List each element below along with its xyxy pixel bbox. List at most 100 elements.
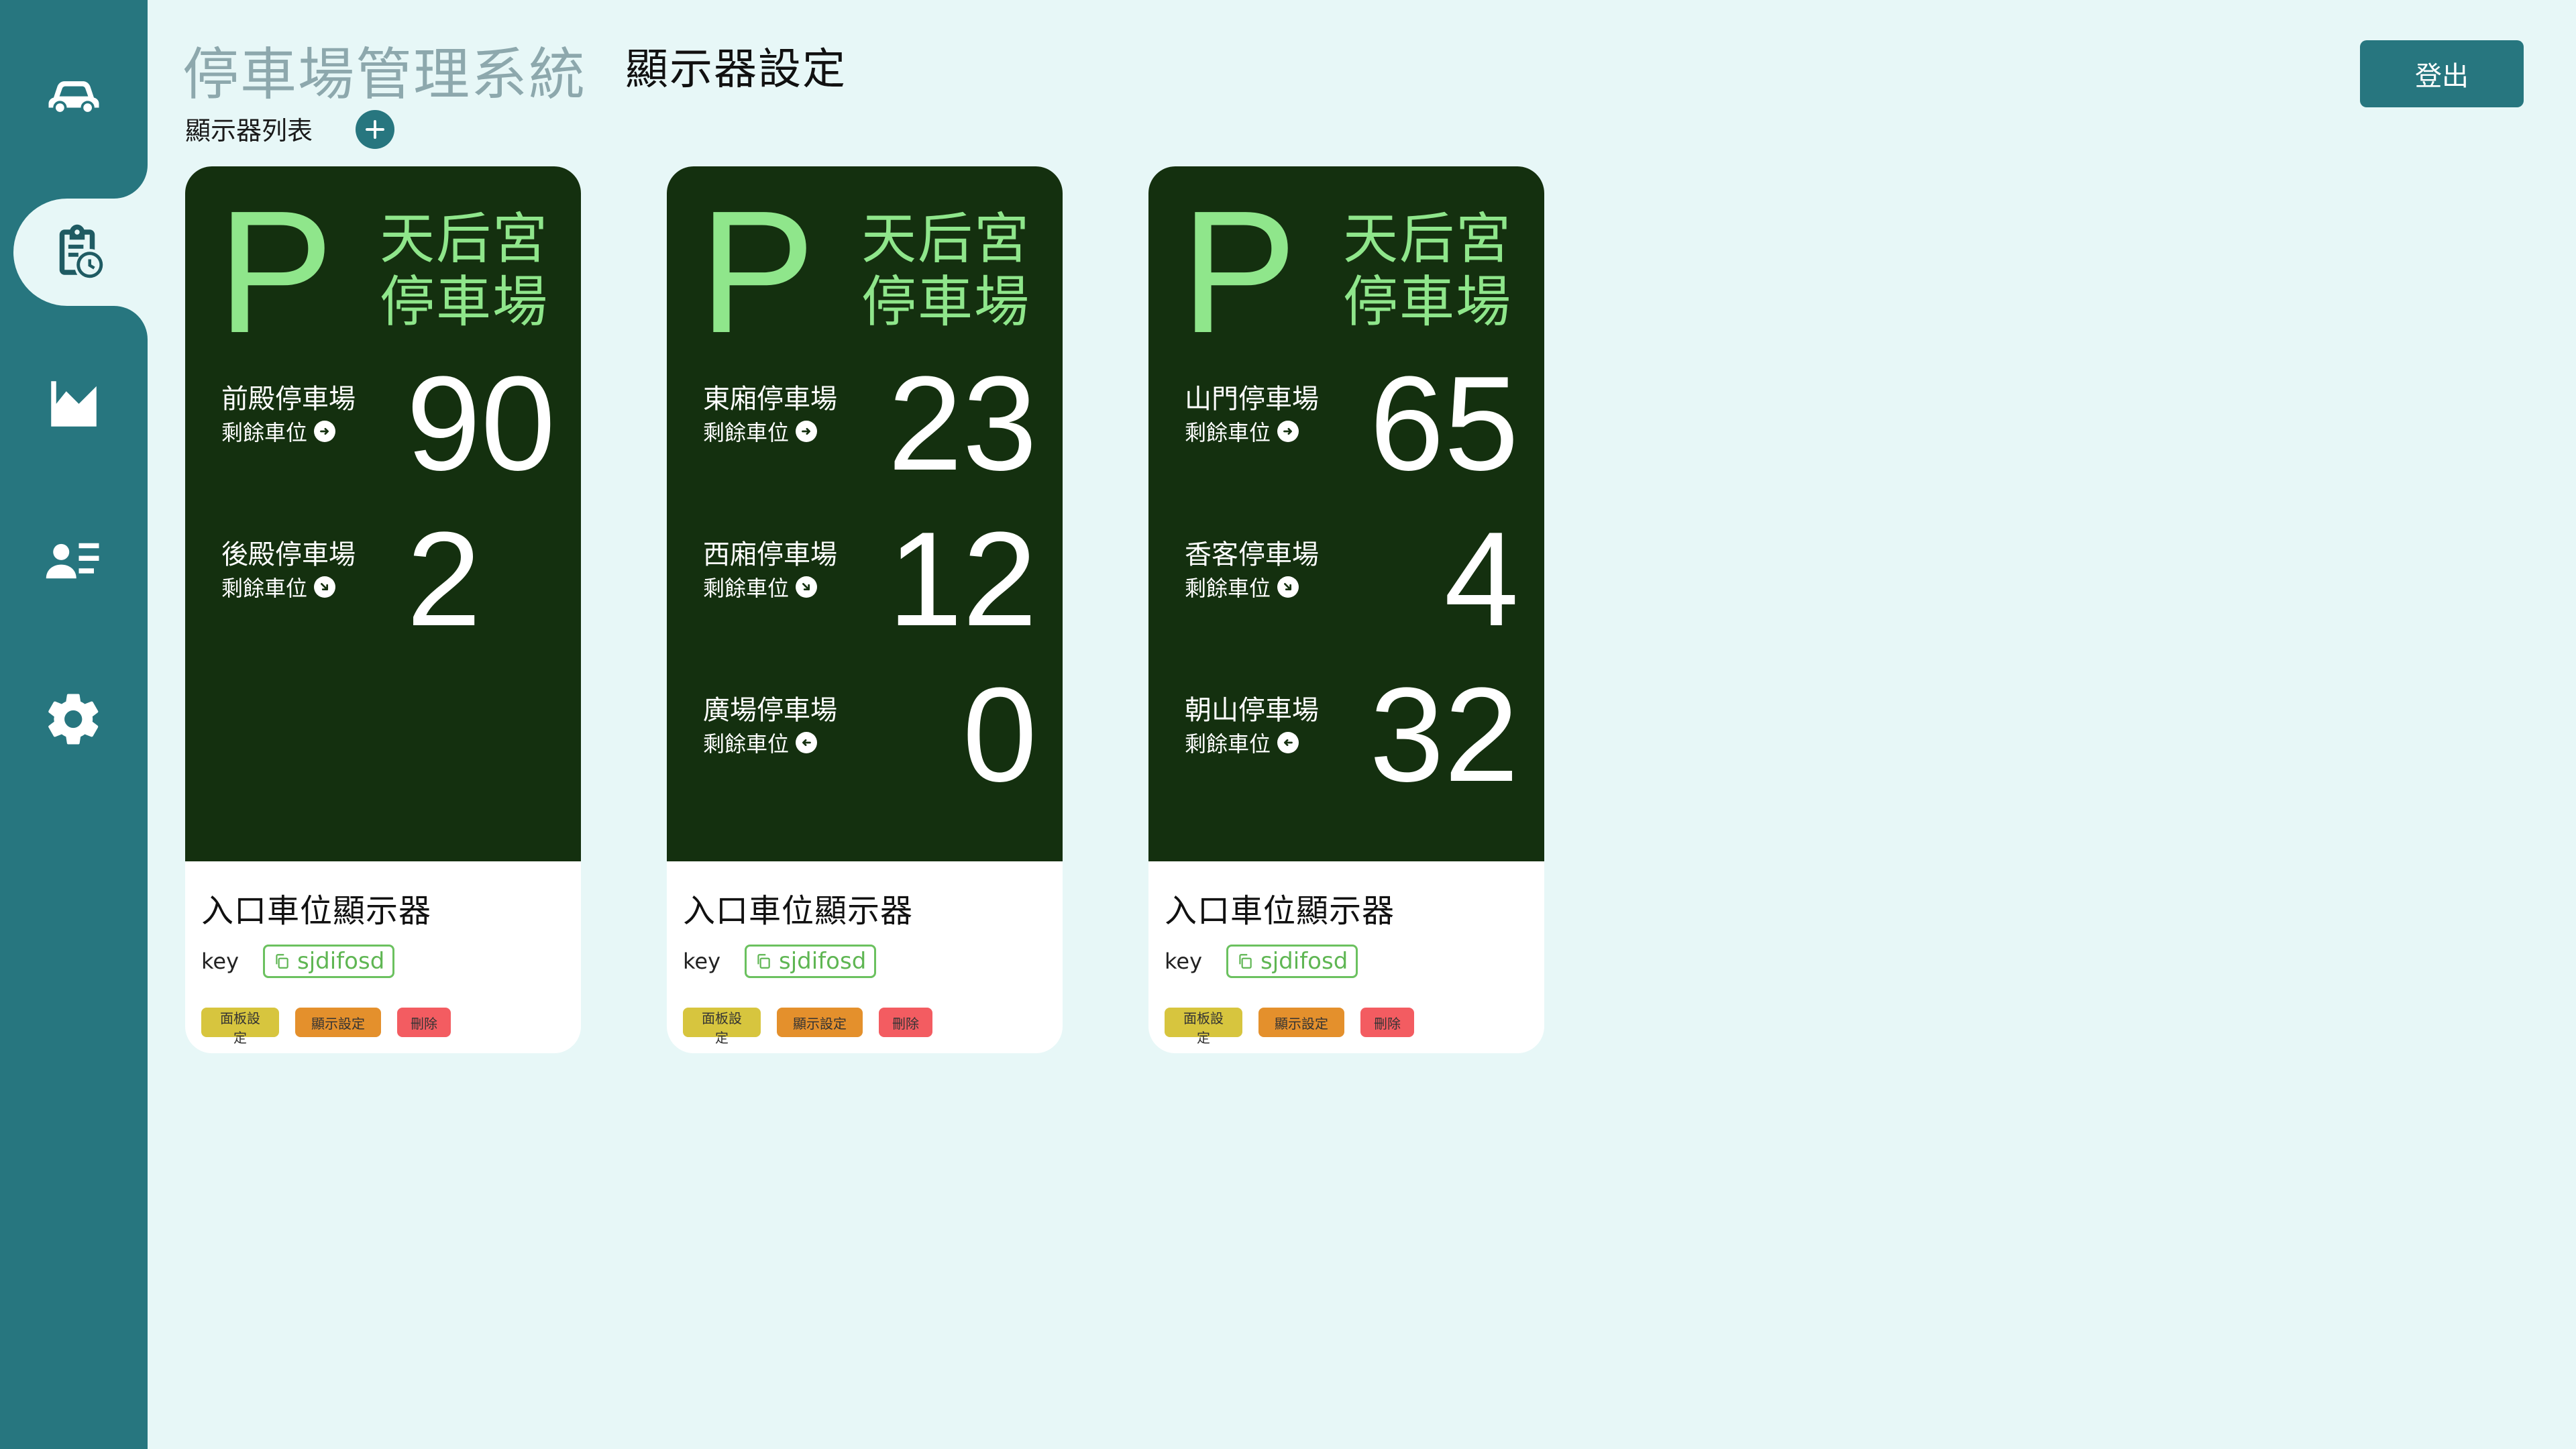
copy-key-button[interactable]: sjdifosd bbox=[745, 945, 877, 978]
board-parking-name: 天后宮 停車場 bbox=[1343, 208, 1517, 334]
arrow-left-icon bbox=[1277, 732, 1299, 753]
key-label: key bbox=[1165, 949, 1203, 974]
card-actions: 面板設定 顯示設定 刪除 bbox=[683, 1008, 1063, 1046]
card-info: 入口車位顯示器 key sjdifosd 面板設定 顯示設定 刪除 bbox=[1148, 861, 1544, 1046]
copy-icon bbox=[1239, 954, 1252, 969]
lot-row: 廣場停車場 剩餘車位 0 bbox=[667, 668, 1063, 816]
panel-settings-button[interactable]: 面板設定 bbox=[1165, 1008, 1242, 1046]
lot-remaining-text: 剩餘車位 bbox=[703, 420, 790, 445]
logout-button[interactable]: 登出 bbox=[2360, 40, 2524, 107]
gear-icon bbox=[48, 694, 99, 745]
display-settings-button[interactable]: 顯示設定 bbox=[777, 1008, 863, 1037]
lot-count: 65 bbox=[1369, 349, 1519, 498]
panel-settings-button[interactable]: 面板設定 bbox=[683, 1008, 761, 1046]
lot-remaining-label: 剩餘車位 bbox=[1185, 416, 1299, 447]
lot-count: 23 bbox=[888, 349, 1037, 498]
board-name-line1: 天后宮 bbox=[1343, 207, 1513, 271]
arrow-right-icon bbox=[796, 421, 818, 442]
board-name-line1: 天后宮 bbox=[380, 207, 549, 271]
key-row: key sjdifosd bbox=[201, 945, 581, 978]
lot-remaining-label: 剩餘車位 bbox=[703, 572, 818, 602]
copy-icon bbox=[276, 954, 288, 969]
lot-name: 西廂停車場 bbox=[703, 539, 837, 570]
parking-p-symbol: P bbox=[699, 175, 816, 370]
display-board-preview: P 天后宮 停車場 前殿停車場 剩餘車位 90 後殿停車場 剩餘車位 2 bbox=[185, 166, 581, 861]
lot-name: 前殿停車場 bbox=[221, 384, 356, 415]
display-card: P 天后宮 停車場 山門停車場 剩餘車位 65 香客停車場 剩餘車位 4 朝山停車場 剩餘車位… bbox=[1148, 166, 1544, 1053]
copy-icon bbox=[757, 954, 770, 969]
display-list-label: 顯示器列表 bbox=[185, 116, 313, 146]
lot-remaining-text: 剩餘車位 bbox=[703, 576, 790, 601]
add-display-button[interactable] bbox=[356, 110, 394, 149]
lot-remaining-label: 剩餘車位 bbox=[221, 572, 336, 602]
nav-item-settings[interactable] bbox=[0, 665, 148, 773]
display-board-preview: P 天后宮 停車場 山門停車場 剩餘車位 65 香客停車場 剩餘車位 4 朝山停車場 剩餘車位… bbox=[1148, 166, 1544, 861]
lot-remaining-text: 剩餘車位 bbox=[221, 576, 308, 601]
plus-icon bbox=[366, 120, 384, 139]
lot-name: 朝山停車場 bbox=[1185, 695, 1319, 726]
key-label: key bbox=[201, 949, 239, 974]
display-settings-button[interactable]: 顯示設定 bbox=[1258, 1008, 1344, 1037]
arrow-down-right-icon bbox=[1277, 576, 1299, 598]
key-value: sjdifosd bbox=[1260, 948, 1348, 975]
delete-button[interactable]: 刪除 bbox=[879, 1008, 932, 1037]
display-name: 入口車位顯示器 bbox=[201, 892, 432, 930]
lot-row: 東廂停車場 剩餘車位 23 bbox=[667, 357, 1063, 504]
card-info: 入口車位顯示器 key sjdifosd 面板設定 顯示設定 刪除 bbox=[185, 861, 581, 1046]
lot-remaining-text: 剩餘車位 bbox=[1185, 420, 1271, 445]
area-chart-icon bbox=[51, 381, 97, 427]
arrow-left-icon bbox=[796, 732, 818, 753]
arrow-down-right-icon bbox=[796, 576, 818, 598]
display-card: P 天后宮 停車場 東廂停車場 剩餘車位 23 西廂停車場 剩餘車位 12 廣場停車場 剩餘車… bbox=[667, 166, 1063, 1053]
copy-key-button[interactable]: sjdifosd bbox=[263, 945, 395, 978]
lot-remaining-text: 剩餘車位 bbox=[1185, 576, 1271, 601]
clipboard-clock-icon bbox=[59, 224, 103, 278]
lot-remaining-label: 剩餘車位 bbox=[703, 416, 818, 447]
key-label: key bbox=[683, 949, 721, 974]
lot-count: 4 bbox=[1444, 504, 1519, 654]
lot-row: 朝山停車場 剩餘車位 32 bbox=[1148, 668, 1544, 816]
board-name-line1: 天后宮 bbox=[861, 207, 1031, 271]
lot-name: 東廂停車場 bbox=[703, 384, 837, 415]
delete-button[interactable]: 刪除 bbox=[1360, 1008, 1414, 1037]
nav-item-display-settings[interactable] bbox=[13, 199, 148, 306]
lot-row: 後殿停車場 剩餘車位 2 bbox=[185, 513, 581, 660]
nav-item-vehicles[interactable] bbox=[0, 39, 148, 146]
lot-remaining-text: 剩餘車位 bbox=[703, 731, 790, 757]
car-icon bbox=[48, 81, 99, 115]
lot-remaining-label: 剩餘車位 bbox=[1185, 727, 1299, 758]
parking-p-symbol: P bbox=[1181, 175, 1297, 370]
sidebar bbox=[0, 0, 148, 1449]
key-row: key sjdifosd bbox=[1165, 945, 1544, 978]
display-board-preview: P 天后宮 停車場 東廂停車場 剩餘車位 23 西廂停車場 剩餘車位 12 廣場停車場 剩餘車… bbox=[667, 166, 1063, 861]
arrow-down-right-icon bbox=[314, 576, 336, 598]
key-row: key sjdifosd bbox=[683, 945, 1063, 978]
lot-count: 32 bbox=[1369, 660, 1519, 810]
lot-remaining-label: 剩餘車位 bbox=[1185, 572, 1299, 602]
lot-remaining-text: 剩餘車位 bbox=[1185, 731, 1271, 757]
nav-item-analytics[interactable] bbox=[0, 350, 148, 458]
panel-settings-button[interactable]: 面板設定 bbox=[201, 1008, 279, 1046]
user-list-icon bbox=[46, 543, 99, 579]
lot-name: 香客停車場 bbox=[1185, 539, 1319, 570]
lot-name: 山門停車場 bbox=[1185, 384, 1319, 415]
card-actions: 面板設定 顯示設定 刪除 bbox=[201, 1008, 581, 1046]
board-parking-name: 天后宮 停車場 bbox=[861, 208, 1036, 334]
card-info: 入口車位顯示器 key sjdifosd 面板設定 顯示設定 刪除 bbox=[667, 861, 1063, 1046]
board-name-line2: 停車場 bbox=[861, 270, 1031, 334]
lot-remaining-label: 剩餘車位 bbox=[703, 727, 818, 758]
lot-row: 香客停車場 剩餘車位 4 bbox=[1148, 513, 1544, 660]
board-name-line2: 停車場 bbox=[380, 270, 549, 334]
lot-row: 前殿停車場 剩餘車位 90 bbox=[185, 357, 581, 504]
nav-item-users[interactable] bbox=[0, 507, 148, 614]
lot-count: 2 bbox=[407, 504, 482, 654]
key-value: sjdifosd bbox=[297, 948, 385, 975]
copy-key-button[interactable]: sjdifosd bbox=[1226, 945, 1358, 978]
page-title: 顯示器設定 bbox=[625, 45, 847, 95]
delete-button[interactable]: 刪除 bbox=[397, 1008, 451, 1037]
parking-p-symbol: P bbox=[217, 175, 334, 370]
lot-row: 西廂停車場 剩餘車位 12 bbox=[667, 513, 1063, 660]
display-card: P 天后宮 停車場 前殿停車場 剩餘車位 90 後殿停車場 剩餘車位 2 入口車位顯示器 … bbox=[185, 166, 581, 1053]
display-settings-button[interactable]: 顯示設定 bbox=[295, 1008, 381, 1037]
lot-remaining-label: 剩餘車位 bbox=[221, 416, 336, 447]
